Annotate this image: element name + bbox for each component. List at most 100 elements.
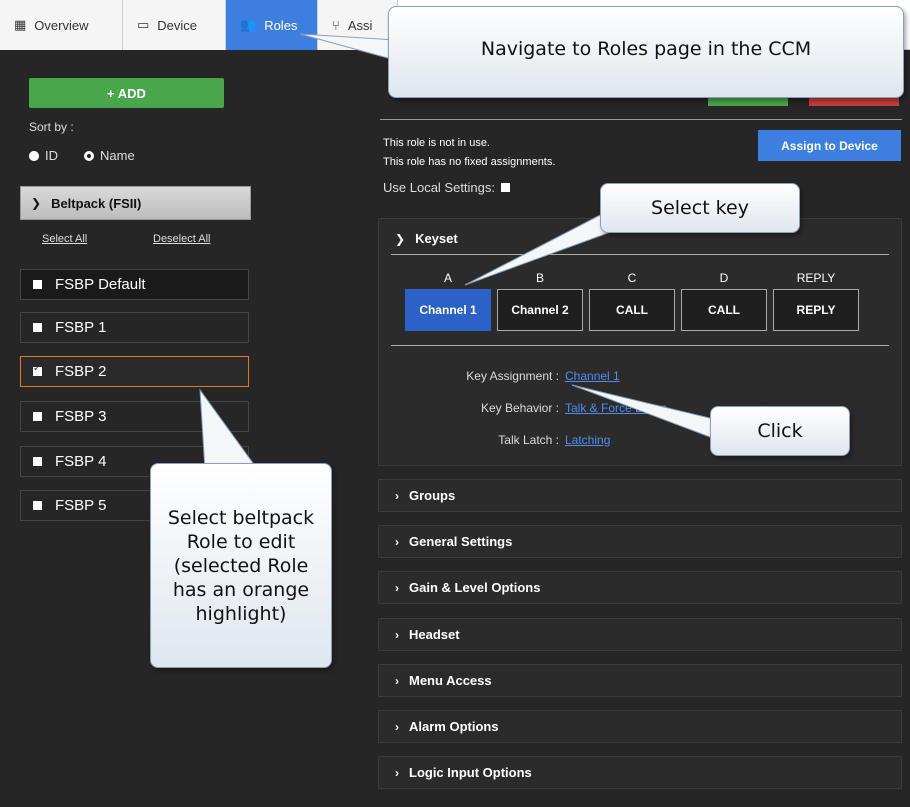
chevron-right-icon: › xyxy=(395,627,399,642)
sort-id-radio[interactable] xyxy=(29,150,39,161)
use-local-settings-checkbox[interactable] xyxy=(501,183,511,192)
sort-name-radio[interactable] xyxy=(84,150,94,161)
keyset-title: Keyset xyxy=(415,231,458,246)
key-behavior-row: Key Behavior : Talk & Force Listen xyxy=(379,401,667,415)
key-button-reply[interactable]: REPLY xyxy=(773,289,859,331)
role-item-selected[interactable]: FSBP 2 xyxy=(20,356,249,387)
key-column-c: C CALL xyxy=(589,271,675,331)
beltpack-group-header[interactable]: ❯ Beltpack (FSII) xyxy=(20,186,251,220)
select-all-link[interactable]: Select All xyxy=(42,233,87,245)
assign-to-device-button[interactable]: Assign to Device xyxy=(758,130,901,161)
key-button-c[interactable]: CALL xyxy=(589,289,675,331)
assign-icon: ⑂ xyxy=(332,17,340,33)
users-icon: 👥 xyxy=(240,17,257,32)
sort-id-label: ID xyxy=(45,148,58,163)
key-column-d: D CALL xyxy=(681,271,767,331)
section-label: Gain & Level Options xyxy=(409,580,541,595)
add-button[interactable]: + ADD xyxy=(29,78,224,108)
chevron-right-icon: › xyxy=(395,580,399,595)
role-label: FSBP 4 xyxy=(55,453,107,470)
sort-name-label: Name xyxy=(100,148,135,163)
section-groups[interactable]: › Groups xyxy=(378,479,902,512)
grid-icon: ▦ xyxy=(14,17,27,32)
role-checkbox[interactable] xyxy=(33,412,42,421)
deselect-all-link[interactable]: Deselect All xyxy=(153,233,210,245)
section-gain-level[interactable]: › Gain & Level Options xyxy=(378,571,902,604)
key-column-reply: REPLY REPLY xyxy=(773,271,859,331)
tab-device[interactable]: ▭ Device xyxy=(123,0,226,50)
role-label: FSBP 5 xyxy=(55,497,107,514)
callout-select-key: Select key xyxy=(600,183,800,233)
tab-assign[interactable]: ⑂ Assi xyxy=(318,0,398,50)
section-menu-access[interactable]: › Menu Access xyxy=(378,664,902,697)
key-button-d[interactable]: CALL xyxy=(681,289,767,331)
key-letter: D xyxy=(719,271,729,285)
sort-options: ID Name xyxy=(29,148,161,163)
keyset-header[interactable]: ❯ Keyset xyxy=(395,231,458,246)
section-label: Groups xyxy=(409,488,456,503)
section-alarm-options[interactable]: › Alarm Options xyxy=(378,710,902,743)
sort-by-label: Sort by : xyxy=(29,120,74,134)
role-checkbox[interactable] xyxy=(33,457,42,466)
chevron-right-icon: › xyxy=(395,673,399,688)
chevron-right-icon: › xyxy=(395,534,399,549)
role-item[interactable]: FSBP 3 xyxy=(20,401,249,432)
key-column-a: A Channel 1 xyxy=(405,271,491,331)
key-letter: B xyxy=(535,271,544,285)
role-usage-status: This role is not in use. xyxy=(383,137,490,149)
use-local-settings: Use Local Settings: xyxy=(383,180,511,195)
key-button-b[interactable]: Channel 2 xyxy=(497,289,583,331)
role-checkbox[interactable] xyxy=(33,323,42,332)
role-label: FSBP 1 xyxy=(55,319,107,336)
tab-overview[interactable]: ▦ Overview xyxy=(0,0,123,50)
role-label: FSBP 2 xyxy=(55,363,107,380)
key-letter: A xyxy=(443,271,452,285)
key-behavior-link[interactable]: Talk & Force Listen xyxy=(565,401,667,415)
role-item[interactable]: FSBP Default xyxy=(20,269,249,300)
section-label: Alarm Options xyxy=(409,719,499,734)
divider xyxy=(391,254,889,255)
callout-select-role: Select beltpack Role to edit (selected R… xyxy=(150,463,332,668)
tab-assign-label: Assi xyxy=(347,17,373,33)
section-label: Menu Access xyxy=(409,673,492,688)
tab-device-label: Device xyxy=(157,17,198,33)
role-checkbox[interactable] xyxy=(33,280,42,289)
key-assignment-link[interactable]: Channel 1 xyxy=(565,369,620,383)
divider xyxy=(380,119,902,120)
callout-click: Click xyxy=(710,406,850,456)
divider xyxy=(391,345,889,346)
talk-latch-row: Talk Latch : Latching xyxy=(379,433,610,447)
section-label: Logic Input Options xyxy=(409,765,532,780)
talk-latch-link[interactable]: Latching xyxy=(565,433,610,447)
chevron-right-icon: › xyxy=(395,488,399,503)
device-icon: ▭ xyxy=(137,17,150,32)
chevron-down-icon: ❯ xyxy=(31,196,42,210)
section-label: Headset xyxy=(409,627,460,642)
section-general-settings[interactable]: › General Settings xyxy=(378,525,902,558)
section-label: General Settings xyxy=(409,534,513,549)
chevron-right-icon: › xyxy=(395,719,399,734)
callout-navigate: Navigate to Roles page in the CCM xyxy=(388,6,904,98)
chevron-right-icon: › xyxy=(395,765,399,780)
key-assignment-row: Key Assignment : Channel 1 xyxy=(379,369,620,383)
tab-overview-label: Overview xyxy=(34,17,89,33)
key-button-a[interactable]: Channel 1 xyxy=(405,289,491,331)
key-behavior-label: Key Behavior : xyxy=(480,401,559,415)
beltpack-group-label: Beltpack (FSII) xyxy=(51,195,142,211)
role-item[interactable]: FSBP 1 xyxy=(20,312,249,343)
roles-sidebar: + ADD Sort by : ID Name ❯ Beltpack (FSII… xyxy=(0,50,268,807)
role-assignment-status: This role has no fixed assignments. xyxy=(383,156,556,168)
section-logic-input[interactable]: › Logic Input Options xyxy=(378,756,902,789)
key-letter: C xyxy=(627,271,637,285)
role-label: FSBP Default xyxy=(55,276,146,293)
talk-latch-label: Talk Latch : xyxy=(498,433,559,447)
section-headset[interactable]: › Headset xyxy=(378,618,902,651)
chevron-down-icon: ❯ xyxy=(395,231,406,246)
role-checkbox[interactable] xyxy=(33,501,42,510)
key-column-b: B Channel 2 xyxy=(497,271,583,331)
role-checkbox-checked[interactable] xyxy=(33,363,42,376)
key-assignment-label: Key Assignment : xyxy=(466,369,559,383)
key-letter: REPLY xyxy=(796,271,836,285)
tab-roles[interactable]: 👥 Roles xyxy=(226,0,318,50)
tab-roles-label: Roles xyxy=(264,17,298,33)
